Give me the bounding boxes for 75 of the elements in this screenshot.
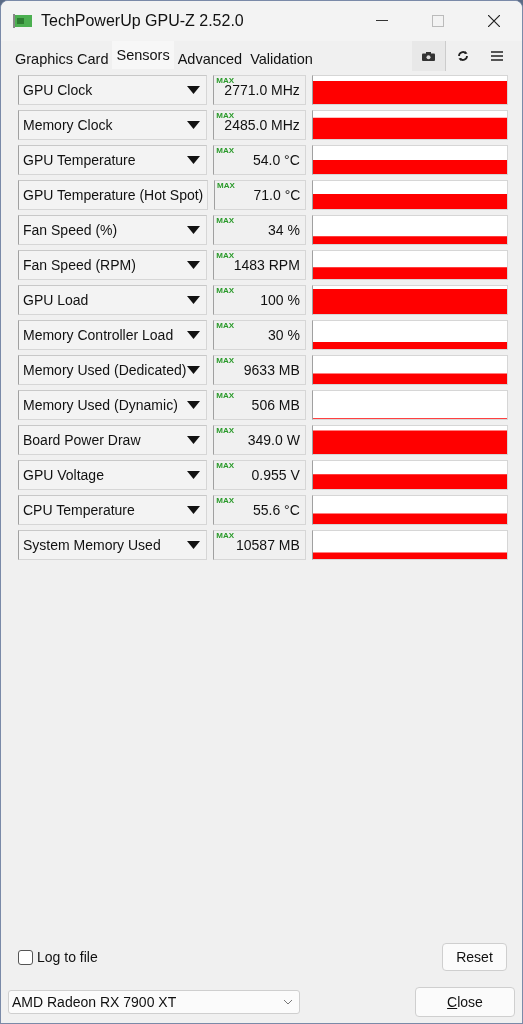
max-label: MAX (216, 147, 234, 155)
tab[interactable]: Validation (246, 47, 317, 71)
sensor-value: 34 % (267, 222, 300, 238)
dropdown-arrow-icon (187, 226, 201, 234)
sensor-dropdown[interactable]: Fan Speed (%) (18, 215, 208, 245)
sensor-dropdown[interactable]: Memory Used (Dynamic) (18, 390, 208, 420)
sensor-value: 506 MB (251, 397, 300, 413)
max-label: MAX (216, 77, 234, 85)
sensor-dropdown[interactable]: CPU Temperature (18, 495, 208, 525)
checkbox-label: Log to file (37, 949, 98, 965)
minimize-icon (376, 20, 388, 22)
log-to-file-checkbox[interactable]: Log to file (18, 949, 98, 965)
max-label: MAX (217, 182, 235, 190)
sensor-dropdown[interactable]: Memory Clock (18, 110, 208, 140)
max-label: MAX (216, 497, 234, 505)
max-label: MAX (216, 392, 234, 400)
dropdown-arrow-icon (187, 261, 201, 269)
dropdown-arrow-icon (187, 331, 201, 339)
checkbox[interactable] (18, 949, 33, 965)
close-icon (488, 15, 500, 27)
max-label: MAX (216, 532, 234, 540)
sensor-value: 1483 RPM (233, 257, 300, 273)
maximize-icon (432, 15, 444, 27)
sensor-dropdown[interactable]: GPU Temperature (Hot Spot) (18, 180, 208, 210)
max-label: MAX (216, 112, 234, 120)
dropdown-arrow-icon (187, 401, 201, 409)
sensor-value: 10587 MB (236, 537, 300, 553)
sensor-value: 9633 MB (243, 362, 300, 378)
chevron-down-icon (283, 999, 293, 1005)
sensor-value: 30 % (267, 327, 300, 343)
dropdown-arrow-icon (187, 541, 201, 549)
window-title: TechPowerUp GPU-Z 2.52.0 (41, 12, 245, 30)
dropdown-arrow-icon (187, 436, 201, 444)
max-label: MAX (216, 462, 234, 470)
dropdown-arrow-icon (187, 86, 201, 94)
sensor-value: 349.0 W (247, 432, 300, 448)
max-label: MAX (216, 287, 234, 295)
dropdown-arrow-icon (187, 156, 201, 164)
tab[interactable]: Sensors (112, 41, 174, 69)
sensor-dropdown[interactable]: Memory Used (Dedicated) (18, 355, 208, 385)
sensor-value: 0.955 V (251, 467, 300, 483)
sensor-dropdown[interactable]: GPU Temperature (18, 145, 208, 175)
sensor-dropdown[interactable]: GPU Voltage (18, 460, 208, 490)
menu-icon (491, 51, 503, 61)
screenshot-button[interactable] (412, 41, 446, 71)
max-label: MAX (216, 357, 234, 365)
sensor-value: 71.0 °C (253, 187, 301, 203)
dropdown-arrow-icon (187, 506, 201, 514)
sensor-dropdown[interactable]: GPU Load (18, 285, 208, 315)
max-label: MAX (216, 217, 234, 225)
sensor-value: 54.0 °C (253, 152, 300, 168)
max-label: MAX (216, 427, 234, 435)
refresh-icon (457, 50, 469, 62)
sensor-value: 55.6 °C (253, 502, 300, 518)
device-select[interactable]: AMD Radeon RX 7900 XT (8, 990, 300, 1014)
dropdown-arrow-icon (187, 471, 201, 479)
max-label: MAX (216, 322, 234, 330)
graphics-card-icon (13, 13, 33, 29)
sensor-value: 2485.0 MHz (224, 117, 300, 133)
sensor-dropdown[interactable]: System Memory Used (18, 530, 208, 560)
dropdown-arrow-icon (187, 121, 201, 129)
max-label: MAX (216, 252, 234, 260)
tab[interactable]: Advanced (173, 47, 247, 71)
dropdown-arrow-icon (187, 366, 201, 374)
reset-button[interactable]: Reset (442, 943, 507, 971)
close-dialog-button[interactable]: Close (415, 987, 515, 1017)
tab[interactable]: Graphics Card (11, 47, 113, 71)
sensor-value: 2771.0 MHz (224, 82, 300, 98)
dropdown-arrow-icon (187, 296, 201, 304)
sensor-dropdown[interactable]: GPU Clock (18, 75, 208, 105)
sensor-dropdown[interactable]: Memory Controller Load (18, 320, 208, 350)
sensor-dropdown[interactable]: Fan Speed (RPM) (18, 250, 208, 280)
sensor-value: 100 % (260, 292, 300, 308)
sensor-dropdown[interactable]: Board Power Draw (18, 425, 208, 455)
camera-icon (422, 51, 435, 61)
